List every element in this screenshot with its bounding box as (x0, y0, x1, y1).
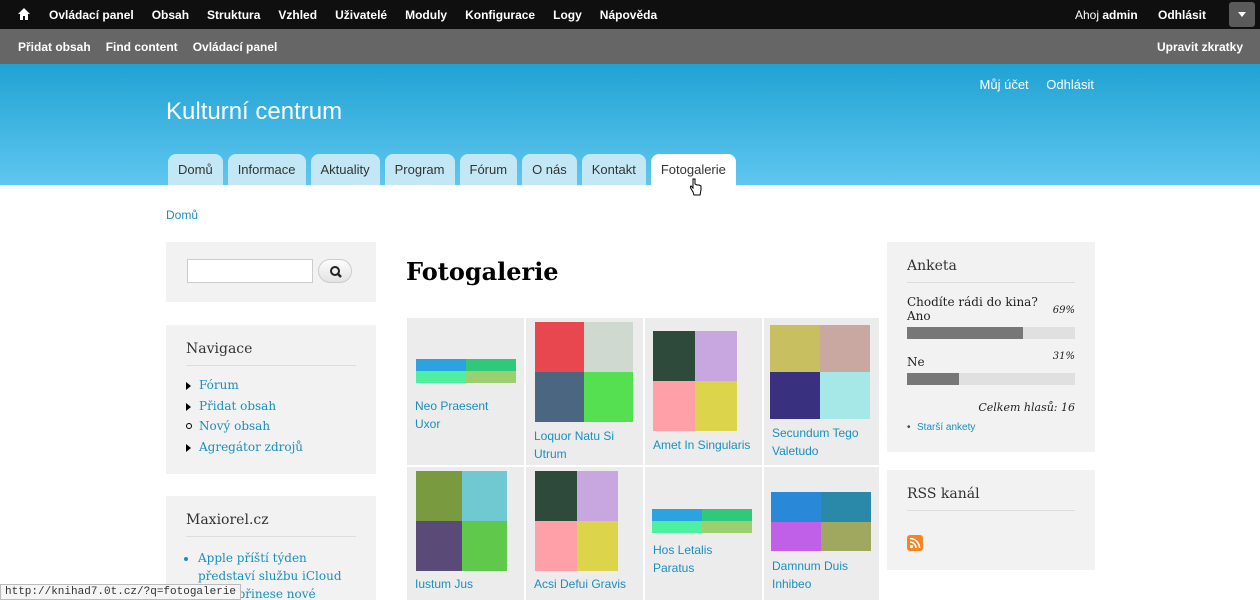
nav-item-aggregator[interactable]: Agregátor zdrojů (186, 440, 356, 461)
search-icon (330, 266, 342, 278)
gallery-thumbnail[interactable] (771, 492, 871, 551)
search-input[interactable] (187, 259, 313, 283)
site-name[interactable]: Kulturní centrum (166, 98, 342, 126)
feed-item[interactable]: Apple příští týden představí službu iClo… (198, 549, 356, 585)
gallery-caption[interactable]: Acsi Defui Gravis (534, 575, 634, 593)
gallery-caption[interactable]: Iustum Jus (415, 575, 515, 593)
gallery-caption[interactable]: Amet In Singularis (653, 436, 753, 454)
gallery-caption[interactable]: Neo Praesent Uxor (415, 397, 515, 433)
gallery-thumbnail[interactable] (416, 471, 507, 571)
gallery-thumbnail[interactable] (535, 322, 633, 422)
poll-option: Ne 31% (907, 351, 1075, 373)
admin-toolbar: Ovládací panel Obsah Struktura Vzhled Už… (0, 0, 1260, 29)
admin-menu-appearance[interactable]: Vzhled (278, 8, 317, 22)
gallery-item[interactable]: Amet In Singularis (645, 318, 762, 465)
poll-result-fill (907, 373, 960, 385)
search-block (166, 242, 376, 302)
shortcut-add-content[interactable]: Přidat obsah (18, 40, 91, 54)
gallery-item[interactable]: Neo Praesent Uxor (407, 318, 524, 465)
site-header: Kulturní centrum Můj účet Odhlásit Domů … (0, 64, 1260, 185)
tab-about[interactable]: O nás (522, 154, 577, 185)
poll-result-bar (907, 373, 1075, 385)
nav-item-add-content[interactable]: Přidat obsah (186, 399, 356, 420)
gallery-item[interactable]: Damnum Duis Inhibeo (764, 467, 879, 600)
gallery-caption[interactable]: Hos Letalis Paratus (653, 541, 753, 577)
older-polls-link[interactable]: Starší ankety (907, 422, 1075, 433)
tab-contact[interactable]: Kontakt (581, 154, 646, 185)
admin-menu-dashboard[interactable]: Ovládací panel (49, 8, 134, 22)
rss-icon (909, 537, 921, 549)
rss-feed-icon[interactable] (907, 535, 923, 551)
edit-shortcuts-link[interactable]: Upravit zkratky (1157, 40, 1243, 54)
hand-cursor-icon (690, 178, 702, 196)
gallery-thumbnail[interactable] (652, 509, 752, 533)
navigation-title: Navigace (186, 341, 356, 366)
poll-option-label: Ne (907, 355, 925, 369)
main-menu: Domů Informace Aktuality Program Fórum O… (168, 154, 741, 185)
poll-title: Anketa (907, 258, 1075, 283)
browser-status-url: http://knihad7.0t.cz/?q=fotogalerie (0, 584, 242, 600)
rss-title: RSS kanál (907, 486, 1075, 511)
gallery-item[interactable]: Secundum Tego Valetudo (764, 318, 879, 465)
gallery-caption[interactable]: Secundum Tego Valetudo (772, 424, 872, 460)
hello-user: Ahoj admin (1075, 8, 1138, 22)
home-icon[interactable] (17, 7, 31, 21)
gallery-item[interactable]: Iustum Jus (407, 467, 524, 600)
my-account-link[interactable]: Můj účet (980, 77, 1029, 92)
admin-menu-people[interactable]: Uživatelé (335, 8, 387, 22)
gallery-caption[interactable]: Damnum Duis Inhibeo (772, 557, 872, 593)
poll-total-votes: Celkem hlasů: 16 (978, 401, 1075, 414)
tab-information[interactable]: Informace (227, 154, 306, 185)
admin-menu-content[interactable]: Obsah (152, 8, 189, 22)
nav-item-new-content[interactable]: Nový obsah (186, 419, 356, 440)
poll-option-percent: 69% (1052, 305, 1075, 316)
admin-menu-help[interactable]: Nápověda (600, 8, 657, 22)
shortcut-bar: Přidat obsah Find content Ovládací panel… (0, 29, 1260, 64)
photo-gallery: Neo Praesent Uxor Loquor Natu Si Utrum Ame… (407, 318, 879, 600)
gallery-item[interactable]: Acsi Defui Gravis (526, 467, 643, 600)
poll-option-percent: 31% (1052, 351, 1075, 362)
gallery-caption[interactable]: Loquor Natu Si Utrum (534, 427, 634, 463)
tab-forum[interactable]: Fórum (459, 154, 518, 185)
gallery-item[interactable]: Loquor Natu Si Utrum (526, 318, 643, 465)
admin-menu-modules[interactable]: Moduly (405, 8, 447, 22)
shortcuts-toggle-button[interactable] (1229, 2, 1255, 27)
gallery-item[interactable]: Hos Letalis Paratus (645, 467, 762, 600)
shortcut-dashboard[interactable]: Ovládací panel (193, 40, 278, 54)
navigation-block: Navigace Fórum Přidat obsah Nový obsah A… (166, 325, 376, 474)
gallery-thumbnail[interactable] (535, 471, 618, 571)
tab-news[interactable]: Aktuality (310, 154, 380, 185)
rss-block: RSS kanál (887, 470, 1095, 570)
poll-result-bar (907, 327, 1075, 339)
page-title: Fotogalerie (406, 257, 559, 286)
admin-menu-reports[interactable]: Logy (553, 8, 582, 22)
poll-option-label: Ano (907, 309, 931, 323)
poll-question: Chodíte rádi do kina? (907, 295, 1038, 309)
poll-option: Ano 69% (907, 305, 1075, 327)
poll-block: Anketa Chodíte rádi do kina? Ano 69% Ne … (887, 242, 1095, 452)
feed-title: Maxiorel.cz (186, 512, 356, 537)
secondary-menu: Můj účet Odhlásit (966, 77, 1094, 92)
admin-menu-structure[interactable]: Struktura (207, 8, 260, 22)
tab-home[interactable]: Domů (168, 154, 223, 185)
logout-link[interactable]: Odhlásit (1046, 77, 1094, 92)
user-name[interactable]: admin (1102, 8, 1137, 22)
admin-menu: Ovládací panel Obsah Struktura Vzhled Už… (49, 0, 675, 29)
nav-item-forum[interactable]: Fórum (186, 378, 356, 399)
poll-result-fill (907, 327, 1023, 339)
shortcut-find-content[interactable]: Find content (106, 40, 178, 54)
search-button[interactable] (318, 259, 352, 283)
admin-menu-configuration[interactable]: Konfigurace (465, 8, 535, 22)
gallery-thumbnail[interactable] (770, 325, 870, 419)
hello-label: Ahoj (1075, 8, 1100, 22)
admin-logout-link[interactable]: Odhlásit (1158, 8, 1206, 22)
breadcrumb[interactable]: Domů (166, 208, 198, 222)
gallery-thumbnail[interactable] (653, 331, 737, 431)
gallery-thumbnail[interactable] (416, 359, 516, 383)
tab-program[interactable]: Program (384, 154, 455, 185)
